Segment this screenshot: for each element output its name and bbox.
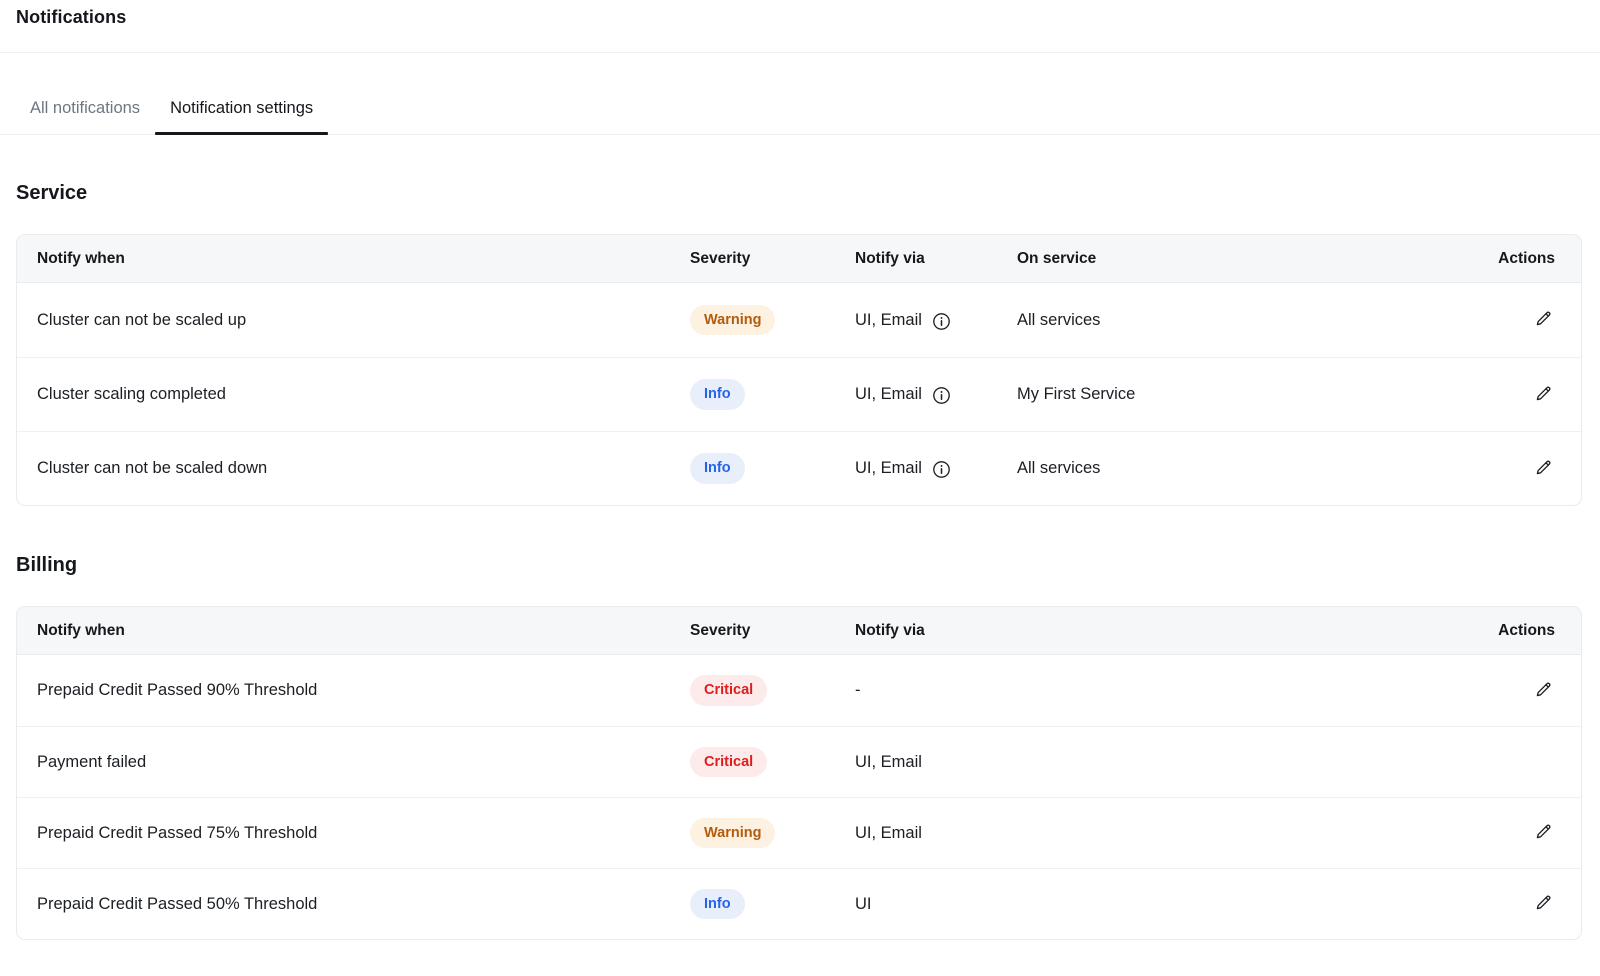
table-header-row: Notify when Severity Notify via On servi… <box>17 235 1581 283</box>
severity-badge: Info <box>690 889 745 919</box>
notify-via-value: - <box>835 655 1491 726</box>
notify-via-value: UI <box>835 868 1491 939</box>
billing-notifications-table: Notify when Severity Notify via Actions … <box>16 606 1582 940</box>
table-row: Prepaid Credit Passed 75% Threshold Warn… <box>17 797 1581 868</box>
notify-when-cell: Prepaid Credit Passed 90% Threshold <box>17 655 670 726</box>
notify-via-value: UI, Email <box>855 311 922 330</box>
notify-when-cell: Cluster can not be scaled up <box>17 283 670 357</box>
tab-notification-settings-label: Notification settings <box>170 99 313 117</box>
table-row: Cluster scaling completed Info UI, Email… <box>17 357 1581 431</box>
on-service-cell: My First Service <box>997 357 1491 431</box>
tab-all-notifications-label: All notifications <box>30 99 140 117</box>
on-service-cell: All services <box>997 283 1491 357</box>
edit-button[interactable] <box>1530 676 1557 706</box>
pencil-icon <box>1534 309 1553 331</box>
notify-via-value: UI, Email <box>855 459 922 478</box>
severity-badge: Info <box>690 453 745 483</box>
severity-badge: Warning <box>690 818 775 848</box>
section-title-service: Service <box>16 182 1580 205</box>
column-header-notify-via: Notify via <box>835 607 1491 655</box>
on-service-cell: All services <box>997 431 1491 505</box>
main-content: Service Notify when Severity Notify via … <box>0 182 1600 964</box>
pencil-icon <box>1534 822 1553 844</box>
column-header-notify-when: Notify when <box>17 607 670 655</box>
notify-when-cell: Prepaid Credit Passed 50% Threshold <box>17 868 670 939</box>
notify-via-value: UI, Email <box>855 385 922 404</box>
table-row: Payment failed Critical UI, Email <box>17 726 1581 797</box>
info-icon[interactable] <box>932 386 951 405</box>
edit-button[interactable] <box>1530 305 1557 335</box>
notify-when-cell: Cluster scaling completed <box>17 357 670 431</box>
column-header-severity: Severity <box>670 235 835 283</box>
column-header-actions: Actions <box>1491 235 1581 283</box>
table-header-row: Notify when Severity Notify via Actions <box>17 607 1581 655</box>
severity-badge: Warning <box>690 305 775 335</box>
notify-when-cell: Prepaid Credit Passed 75% Threshold <box>17 797 670 868</box>
info-icon[interactable] <box>932 312 951 331</box>
edit-button[interactable] <box>1530 454 1557 484</box>
column-header-on-service: On service <box>997 235 1491 283</box>
table-row: Prepaid Credit Passed 50% Threshold Info… <box>17 868 1581 939</box>
tab-notification-settings[interactable]: Notification settings <box>155 99 328 134</box>
table-row: Cluster can not be scaled down Info UI, … <box>17 431 1581 505</box>
pencil-icon <box>1534 458 1553 480</box>
severity-badge: Critical <box>690 675 767 705</box>
severity-badge: Info <box>690 379 745 409</box>
edit-button[interactable] <box>1530 889 1557 919</box>
pencil-icon <box>1534 893 1553 915</box>
edit-button[interactable] <box>1530 380 1557 410</box>
page-title: Notifications <box>16 7 1584 28</box>
section-title-billing: Billing <box>16 554 1580 577</box>
page-header: Notifications <box>0 0 1600 53</box>
pencil-icon <box>1534 384 1553 406</box>
notify-when-cell: Payment failed <box>17 726 670 797</box>
severity-badge: Critical <box>690 747 767 777</box>
service-notifications-table: Notify when Severity Notify via On servi… <box>16 234 1582 506</box>
notify-via-value: UI, Email <box>835 797 1491 868</box>
table-row: Cluster can not be scaled up Warning UI,… <box>17 283 1581 357</box>
column-header-actions: Actions <box>1491 607 1581 655</box>
notify-via-value: UI, Email <box>835 726 1491 797</box>
edit-button[interactable] <box>1530 818 1557 848</box>
column-header-notify-via: Notify via <box>835 235 997 283</box>
column-header-severity: Severity <box>670 607 835 655</box>
column-header-notify-when: Notify when <box>17 235 670 283</box>
info-icon[interactable] <box>932 460 951 479</box>
pencil-icon <box>1534 680 1553 702</box>
notify-when-cell: Cluster can not be scaled down <box>17 431 670 505</box>
tab-bar: All notifications Notification settings <box>0 53 1600 135</box>
tab-all-notifications[interactable]: All notifications <box>15 99 155 134</box>
table-row: Prepaid Credit Passed 90% Threshold Crit… <box>17 655 1581 726</box>
